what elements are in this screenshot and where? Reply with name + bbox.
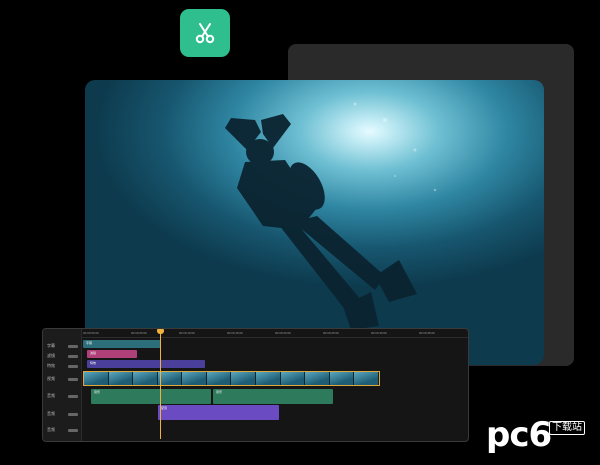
track-header: 音频	[43, 425, 81, 435]
film-frame	[305, 372, 330, 385]
track-controls-icon[interactable]	[68, 394, 78, 398]
track-header: 视频	[43, 374, 81, 384]
watermark-tag: 下载站	[549, 421, 585, 435]
track-controls-icon[interactable]	[68, 428, 78, 432]
track-header: 特效	[43, 361, 81, 371]
film-frame	[182, 372, 207, 385]
effect-clip[interactable]: 特效	[87, 360, 205, 368]
track-header: 音频	[43, 409, 81, 419]
track-controls-icon[interactable]	[68, 377, 78, 381]
film-frame	[231, 372, 257, 385]
track-headers: 字幕 滤镜 特效 视频 音频 音频 音频	[43, 329, 82, 441]
app-logo	[180, 9, 230, 57]
film-frame	[157, 372, 183, 385]
track-header: 音频	[43, 391, 81, 401]
audio-clip[interactable]: 音乐	[91, 389, 211, 404]
track-header: 滤镜	[43, 351, 81, 361]
voiceover-clip[interactable]: 配音	[158, 405, 279, 420]
track-controls-icon[interactable]	[68, 354, 78, 358]
film-frame	[206, 372, 232, 385]
timeline-panel[interactable]: 字幕 滤镜 特效 视频 音频 音频 音频 00:00:00:00 00:00:0…	[42, 328, 469, 442]
film-frame	[133, 372, 158, 385]
film-frame	[108, 372, 134, 385]
subtitle-clip[interactable]: 字幕	[83, 340, 161, 348]
time-ruler[interactable]: 00:00:00:00 00:00:05:00 00:00:10:00 00:0…	[81, 329, 468, 338]
watermark-logo: pc6	[486, 415, 552, 455]
film-frame	[354, 372, 379, 385]
diver-silhouette	[225, 102, 437, 330]
track-controls-icon[interactable]	[68, 412, 78, 416]
track-controls-icon[interactable]	[68, 344, 78, 348]
track-controls-icon[interactable]	[68, 364, 78, 368]
playhead[interactable]	[160, 331, 161, 439]
filter-clip[interactable]: 滤镜	[87, 350, 137, 358]
video-clip-filmstrip[interactable]	[83, 371, 380, 386]
scissors-icon	[195, 23, 215, 44]
film-frame	[84, 372, 109, 385]
film-frame	[256, 372, 281, 385]
audio-clip[interactable]: 音乐	[213, 389, 333, 404]
film-frame	[329, 372, 355, 385]
film-frame	[280, 372, 306, 385]
track-header: 字幕	[43, 341, 81, 351]
video-preview[interactable]	[85, 80, 544, 365]
